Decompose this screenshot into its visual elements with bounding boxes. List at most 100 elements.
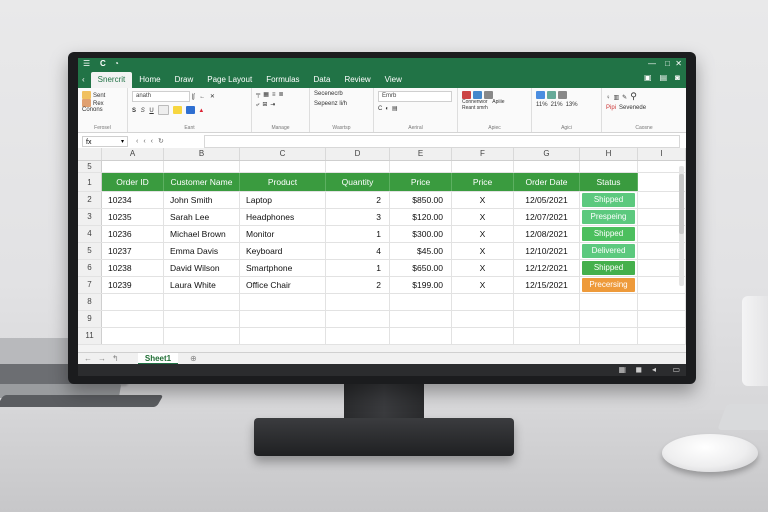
zoom-out-icon[interactable]: ◂ bbox=[652, 364, 656, 376]
tab-search[interactable]: Snercrit bbox=[90, 72, 133, 88]
tab-draw[interactable]: Draw bbox=[168, 72, 201, 88]
format-cells-icon[interactable] bbox=[484, 91, 493, 99]
account-icon[interactable]: ◙ bbox=[675, 73, 680, 82]
cell-order-id[interactable]: 10234 bbox=[102, 192, 164, 208]
tab-formulas[interactable]: Formulas bbox=[259, 72, 306, 88]
header-customer-name[interactable]: Customer Name bbox=[164, 173, 240, 191]
cell-quantity[interactable]: 4 bbox=[326, 243, 390, 259]
row-number[interactable]: 3 bbox=[78, 209, 102, 225]
cell-product[interactable]: Laptop bbox=[240, 192, 326, 208]
cell-order-date[interactable]: 12/08/2021 bbox=[514, 226, 580, 242]
normal-view-icon[interactable]: ▦ bbox=[618, 364, 626, 376]
cell-status[interactable]: Delivered bbox=[580, 243, 638, 259]
header-price-2[interactable]: Price bbox=[452, 173, 514, 191]
cell-quantity[interactable]: 1 bbox=[326, 260, 390, 276]
header-product[interactable]: Product bbox=[240, 173, 326, 191]
vertical-scrollbar[interactable] bbox=[679, 166, 684, 286]
cell-product[interactable]: Office Chair bbox=[240, 277, 326, 293]
borders-icon[interactable] bbox=[158, 105, 170, 115]
column-header-f[interactable]: F bbox=[452, 148, 514, 160]
cell-order-id[interactable]: 10235 bbox=[102, 209, 164, 225]
formula-input[interactable] bbox=[204, 135, 680, 148]
find-icon[interactable] bbox=[558, 91, 567, 99]
cell-price[interactable]: $199.00 bbox=[390, 277, 452, 293]
tab-home[interactable]: Home bbox=[132, 72, 167, 88]
column-header-a[interactable]: A bbox=[102, 148, 164, 160]
cell-quantity[interactable]: 2 bbox=[326, 277, 390, 293]
header-order-date[interactable]: Order Date bbox=[514, 173, 580, 191]
align-middle-icon[interactable]: ▦ bbox=[263, 91, 269, 98]
row-number[interactable]: 7 bbox=[78, 277, 102, 293]
cell-price-2[interactable]: X bbox=[452, 260, 514, 276]
cell-quantity[interactable]: 2 bbox=[326, 192, 390, 208]
cell-quantity[interactable]: 3 bbox=[326, 209, 390, 225]
autosave-icon[interactable]: ◔ bbox=[114, 58, 119, 70]
column-header-h[interactable]: H bbox=[580, 148, 638, 160]
header-quantity[interactable]: Quantity bbox=[326, 173, 390, 191]
italic-button[interactable]: S bbox=[141, 108, 145, 114]
column-header-g[interactable]: G bbox=[514, 148, 580, 160]
cell-status[interactable]: Shipped bbox=[580, 226, 638, 242]
cell-product[interactable]: Smartphone bbox=[240, 260, 326, 276]
table-icon[interactable]: ▤ bbox=[392, 105, 398, 112]
cell-product[interactable]: Monitor bbox=[240, 226, 326, 242]
name-box[interactable]: fx ▾ bbox=[82, 135, 128, 147]
cell-price[interactable]: $120.00 bbox=[390, 209, 452, 225]
tab-review[interactable]: Review bbox=[337, 72, 377, 88]
back-icon[interactable]: ‹ bbox=[82, 72, 85, 88]
header-order-id[interactable]: Order ID bbox=[102, 173, 164, 191]
delete-icon[interactable] bbox=[473, 91, 482, 99]
comments-icon[interactable]: ▤ bbox=[660, 73, 668, 82]
font-color-icon[interactable] bbox=[185, 106, 195, 114]
cell-order-id[interactable]: 10239 bbox=[102, 277, 164, 293]
conditional-icon[interactable]: C bbox=[378, 106, 382, 112]
maximize-icon[interactable]: □ bbox=[665, 58, 670, 70]
row-number[interactable]: 2 bbox=[78, 192, 102, 208]
select-all-corner[interactable] bbox=[78, 148, 102, 160]
style-select[interactable]: Emrb bbox=[378, 91, 452, 102]
fill-color-icon[interactable] bbox=[173, 106, 183, 114]
cell-price-2[interactable]: X bbox=[452, 192, 514, 208]
cut-icon[interactable] bbox=[82, 99, 91, 107]
cell-status[interactable]: Shipped bbox=[580, 192, 638, 208]
cell-price-2[interactable]: X bbox=[452, 226, 514, 242]
insert-icon[interactable] bbox=[462, 91, 471, 99]
cell-price-2[interactable]: X bbox=[452, 209, 514, 225]
cell-product[interactable]: Headphones bbox=[240, 209, 326, 225]
text-color-icon[interactable]: ▲ bbox=[198, 108, 204, 114]
cell-status[interactable]: Prespeing bbox=[580, 209, 638, 225]
cell-customer-name[interactable]: Sarah Lee bbox=[164, 209, 240, 225]
filter-icon[interactable] bbox=[547, 91, 556, 99]
font-name-select[interactable]: anath bbox=[132, 91, 190, 102]
align-right-icon[interactable]: ≣ bbox=[278, 91, 283, 98]
menu-icon[interactable]: ☰ bbox=[83, 58, 90, 70]
cell-order-id[interactable]: 10237 bbox=[102, 243, 164, 259]
clear-icon[interactable]: ✕ bbox=[210, 93, 215, 100]
search-icon[interactable]: ⚲ bbox=[630, 91, 637, 102]
underline-button[interactable]: U bbox=[149, 108, 153, 114]
column-header-b[interactable]: B bbox=[164, 148, 240, 160]
cell-price-2[interactable]: X bbox=[452, 243, 514, 259]
cell-order-date[interactable]: 12/07/2021 bbox=[514, 209, 580, 225]
tab-view[interactable]: View bbox=[378, 72, 409, 88]
cell-price[interactable]: $300.00 bbox=[390, 226, 452, 242]
sort-icon[interactable] bbox=[536, 91, 545, 99]
column-header-d[interactable]: D bbox=[326, 148, 390, 160]
page-layout-view-icon[interactable]: ◼ bbox=[635, 364, 642, 376]
zoom-in-icon[interactable]: ▭ bbox=[672, 364, 680, 376]
align-left-icon[interactable]: ≡ bbox=[272, 92, 276, 98]
indent-icon[interactable]: ⇥ bbox=[270, 101, 275, 108]
tab-data[interactable]: Data bbox=[307, 72, 338, 88]
row-number[interactable]: 5 bbox=[78, 243, 102, 259]
undo-icon[interactable]: ← bbox=[199, 94, 205, 100]
cell-customer-name[interactable]: John Smith bbox=[164, 192, 240, 208]
cell-price[interactable]: $650.00 bbox=[390, 260, 452, 276]
header-price[interactable]: Price bbox=[390, 173, 452, 191]
cell-customer-name[interactable]: Michael Brown bbox=[164, 226, 240, 242]
wrap-icon[interactable]: ⤶ bbox=[256, 102, 259, 109]
cell-order-id[interactable]: 10238 bbox=[102, 260, 164, 276]
cell-price[interactable]: $850.00 bbox=[390, 192, 452, 208]
bold-button[interactable]: S bbox=[132, 108, 136, 114]
number-format-select[interactable]: Secenecrb bbox=[314, 91, 343, 97]
merge-icon[interactable]: ⊞ bbox=[262, 101, 267, 108]
